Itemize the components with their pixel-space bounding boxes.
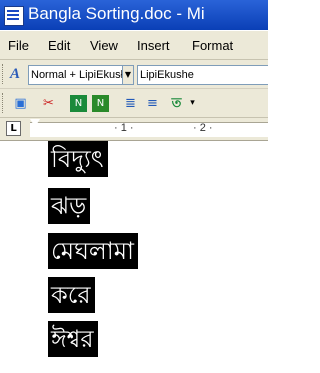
- selected-word[interactable]: বিদ্যুৎ: [48, 141, 108, 177]
- style-dropdown-arrow[interactable]: ▼: [122, 65, 134, 85]
- selected-word[interactable]: ঝড়: [48, 188, 91, 224]
- ruler: L · 1 · · 2 ·: [0, 118, 268, 141]
- toolbar-icon-1[interactable]: ▣: [12, 95, 29, 112]
- styles-icon[interactable]: A: [10, 66, 20, 83]
- word-app-icon[interactable]: [4, 6, 24, 26]
- selected-word[interactable]: ঈশ্বর: [48, 321, 98, 357]
- toolbar-icon-6[interactable]: ≡: [144, 95, 161, 112]
- tab-selector[interactable]: L: [6, 121, 21, 136]
- menu-format[interactable]: Format: [192, 38, 233, 53]
- menu-bar: File Edit View Insert Format: [0, 31, 268, 60]
- toolbar-icon-2[interactable]: ✂: [40, 95, 57, 112]
- menu-file[interactable]: File: [8, 38, 29, 53]
- menu-view[interactable]: View: [90, 38, 118, 53]
- font-combo[interactable]: LipiEkushe: [137, 65, 268, 85]
- toolbar-grip-2[interactable]: [2, 93, 6, 113]
- standard-toolbar: ▣ ✂ N N ≣ ≡ ত ▾: [0, 89, 268, 118]
- selected-word[interactable]: করে: [48, 277, 95, 313]
- title-bar: Bangla Sorting.doc - Mi: [0, 0, 268, 30]
- menu-insert[interactable]: Insert: [137, 38, 170, 53]
- toolbar-icon-7[interactable]: ত: [168, 95, 185, 112]
- window-title: Bangla Sorting.doc - Mi: [28, 4, 205, 23]
- toolbar-icon-3[interactable]: N: [70, 95, 87, 112]
- selected-word[interactable]: মেঘলামা: [48, 233, 139, 269]
- ruler-mark-1: · 1 ·: [114, 122, 134, 134]
- style-combo[interactable]: Normal + LipiEkusł: [28, 65, 124, 85]
- document-area[interactable]: বিদ্যুৎ ঝড় মেঘলামা করে ঈশ্বর: [0, 141, 268, 373]
- toolbar-grip[interactable]: [2, 64, 6, 84]
- menu-edit[interactable]: Edit: [48, 38, 70, 53]
- ruler-strip[interactable]: [30, 122, 268, 137]
- toolbar-icon-5[interactable]: ≣: [122, 95, 139, 112]
- toolbar-icon-4[interactable]: N: [92, 95, 109, 112]
- toolbar-icon-7-dropdown[interactable]: ▾: [184, 95, 201, 112]
- indent-marker[interactable]: [30, 119, 40, 139]
- word-window: Bangla Sorting.doc - Mi File Edit View I…: [0, 0, 268, 373]
- formatting-toolbar: A Normal + LipiEkusł ▼ LipiEkushe: [0, 60, 268, 89]
- ruler-mark-2: · 2 ·: [193, 122, 213, 134]
